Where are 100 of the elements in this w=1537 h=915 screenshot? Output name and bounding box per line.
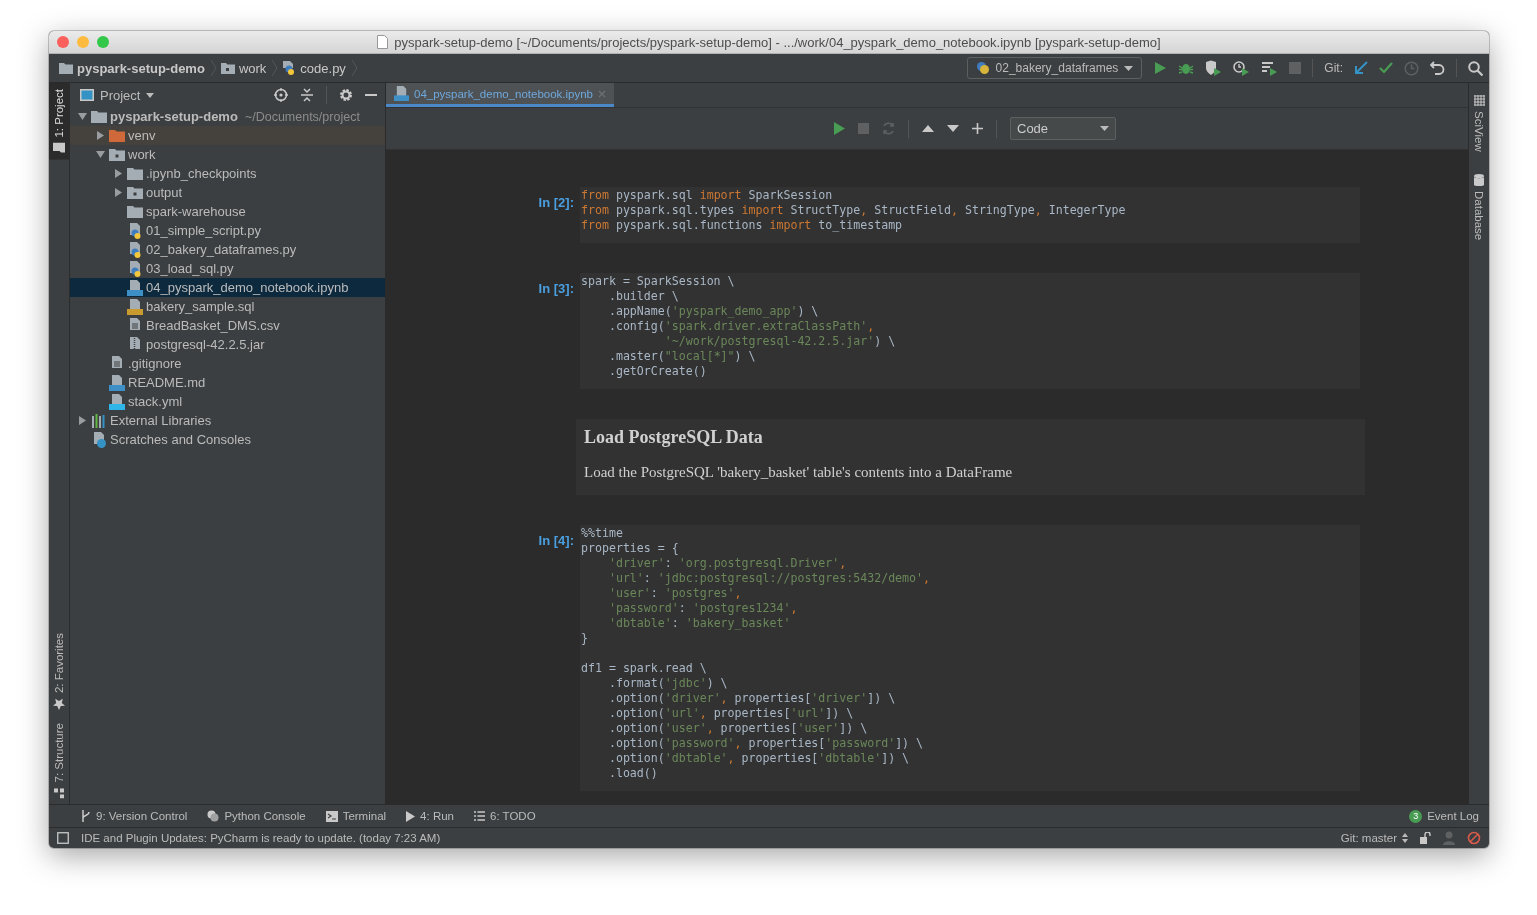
tree-item[interactable]: 04_pyspark_demo_notebook.ipynb (70, 278, 385, 297)
panel-toggle-icon[interactable] (57, 832, 69, 844)
tool-window-button[interactable]: 9: Version Control (81, 810, 188, 822)
locate-icon[interactable] (274, 88, 288, 102)
collapse-all-icon[interactable] (300, 88, 314, 102)
tree-item[interactable]: .ipynb_checkpoints (70, 164, 385, 183)
code-cell[interactable]: from pyspark.sql import SparkSession from pyspark.sql.types import StructType, StructField, StringType, IntegerType from pyspark.sql.functions import to_timestamp (580, 187, 1360, 243)
tool-window-tab[interactable]: 2: Favorites (49, 627, 69, 717)
code-cell[interactable]: spark = SparkSession \ .builder \ .appName('pyspark_demo_app') \ .config('spark.driver.extraClassPath', '~/work/postgresql-42.2.5.jar') \ .master("local[*]") \ .getOrCreate() (580, 273, 1360, 389)
tree-item[interactable]: output (70, 183, 385, 202)
code-line: 'url': 'jdbc:postgresql://postgres:5432/demo', (607, 571, 932, 586)
tree-item[interactable]: BreadBasket_DMS.csv (70, 316, 385, 335)
lock-icon[interactable] (1420, 832, 1431, 844)
tree-item[interactable]: postgresql-42.2.5.jar (70, 335, 385, 354)
expand-arrow-icon[interactable] (77, 112, 87, 121)
code-line: from pyspark.sql import SparkSession (581, 188, 834, 203)
code-line: df1 = spark.read \ (581, 661, 708, 676)
cell-prompt: In [2]: (537, 194, 575, 212)
move-down-icon[interactable] (947, 125, 959, 132)
tree-item[interactable]: work (70, 145, 385, 164)
branch-icon (81, 810, 91, 822)
tree-item[interactable]: bakery_sample.sql (70, 297, 385, 316)
update-arrow-icon[interactable] (1354, 61, 1368, 75)
tree-item[interactable]: venv (70, 126, 385, 145)
terminal-icon (325, 810, 338, 822)
code-line: '~/work/postgresql-42.2.5.jar') \ (663, 334, 897, 349)
tree-item[interactable]: 01_simple_script.py (70, 221, 385, 240)
add-cell-icon[interactable] (972, 123, 983, 134)
undo-icon[interactable] (1430, 61, 1445, 75)
status-message: IDE and Plugin Updates: PyCharm is ready to update. (today 7:23 AM) (81, 832, 442, 844)
tree-item[interactable]: README.md (70, 373, 385, 392)
breadcrumb[interactable]: work (220, 60, 283, 76)
event-log-button[interactable]: 3 Event Log (1409, 809, 1479, 823)
cell-prompt: In [4]: (537, 532, 575, 550)
move-up-icon[interactable] (922, 125, 934, 132)
coverage-icon[interactable] (1205, 60, 1223, 76)
checkmark-icon[interactable] (1379, 62, 1393, 74)
run-icon[interactable] (1153, 61, 1168, 75)
restart-icon[interactable] (882, 122, 895, 135)
cell-type-dropdown[interactable]: Code (1010, 117, 1116, 140)
markdown-cell[interactable]: Load PostgreSQL Data Load the PostgreSQL 'bakery_basket' table's contents into a DataFrame (576, 419, 1365, 495)
tool-window-tab[interactable]: 7: Structure (49, 716, 69, 804)
tree-item[interactable]: 03_load_sql.py (70, 259, 385, 278)
breadcrumb[interactable]: code.py (282, 60, 362, 76)
code-line: } (581, 631, 589, 646)
code-line: .builder \ (607, 289, 680, 304)
folder-icon (59, 62, 73, 74)
folder-icon (127, 203, 143, 220)
expand-arrow-icon[interactable] (95, 131, 105, 140)
git-branch-widget[interactable]: Git: master (1340, 832, 1408, 844)
code-line: .config('spark.driver.extraClassPath', (607, 319, 876, 334)
tree-item[interactable]: spark-warehouse (70, 202, 385, 221)
run-icon (406, 810, 416, 822)
folder-icon (91, 108, 107, 125)
markdown-paragraph: Load the PostgreSQL 'bakery_basket' table's contents into a DataFrame (584, 464, 1014, 481)
breadcrumb[interactable]: pyspark-setup-demo (59, 60, 221, 76)
tree-item[interactable]: pyspark-setup-demo ~/Documents/project (70, 107, 385, 126)
caret-icon (146, 92, 155, 98)
tree-item[interactable]: .gitignore (70, 354, 385, 373)
no-entry-icon[interactable] (1467, 831, 1481, 845)
run-cell-icon[interactable] (833, 122, 845, 135)
python-icon (207, 810, 220, 822)
editor-tab[interactable]: 04_pyspark_demo_notebook.ipynb (386, 83, 615, 107)
tool-window-button[interactable]: 4: Run (406, 810, 454, 822)
code-line: from pyspark.sql.types import StructType, StructField, StringType, IntegerType (581, 203, 1127, 218)
database-icon (1474, 173, 1484, 186)
search-icon[interactable] (1468, 60, 1483, 76)
concurrency-icon[interactable] (1261, 60, 1279, 76)
profiler-icon[interactable] (1233, 60, 1251, 76)
tool-window-tab[interactable]: Database (1469, 167, 1489, 246)
run-configuration-dropdown[interactable]: 02_bakery_dataframes (966, 57, 1143, 79)
tool-window-button[interactable]: Terminal (325, 810, 387, 822)
settings-icon[interactable] (339, 88, 353, 102)
expand-arrow-icon[interactable] (113, 188, 123, 197)
tree-item[interactable]: External Libraries (70, 411, 385, 430)
module-folder-icon (127, 184, 143, 201)
expand-arrow-icon[interactable] (77, 416, 87, 425)
tree-item[interactable]: Scratches and Consoles (70, 430, 385, 449)
window-title: pyspark-setup-demo [~/Documents/projects/pyspark-setup-demo] - .../work/04_pyspark_demo_notebook.ipynb [pyspark-setup-demo] (394, 34, 1161, 50)
minimize-icon[interactable] (365, 93, 377, 97)
yaml-file-icon (109, 393, 125, 410)
module-folder-icon (220, 62, 235, 74)
tool-window-button[interactable]: 6: TODO (474, 810, 536, 822)
expand-arrow-icon[interactable] (95, 150, 105, 159)
code-line: 'dbtable': 'bakery_basket' (607, 616, 792, 631)
python-file-icon (127, 222, 143, 239)
expand-arrow-icon[interactable] (113, 169, 123, 178)
code-line: spark = SparkSession \ (581, 274, 736, 289)
tree-item[interactable]: 02_bakery_dataframes.py (70, 240, 385, 259)
code-line: 'driver': 'org.postgresql.Driver', (607, 556, 848, 571)
caret-icon (1124, 65, 1134, 71)
close-button[interactable] (57, 36, 69, 48)
code-line: .master("local[*]") \ (607, 349, 757, 364)
tree-item[interactable]: stack.yml (70, 392, 385, 411)
project-view-dropdown[interactable]: Project (80, 87, 155, 103)
tool-window-button[interactable]: Python Console (207, 810, 306, 822)
code-line: .appName('pyspark_demo_app') \ (607, 304, 820, 319)
tool-window-tab[interactable]: SciView (1469, 89, 1489, 158)
python-file-icon (127, 241, 143, 258)
tool-window-tab[interactable]: 1: Project (49, 83, 69, 160)
